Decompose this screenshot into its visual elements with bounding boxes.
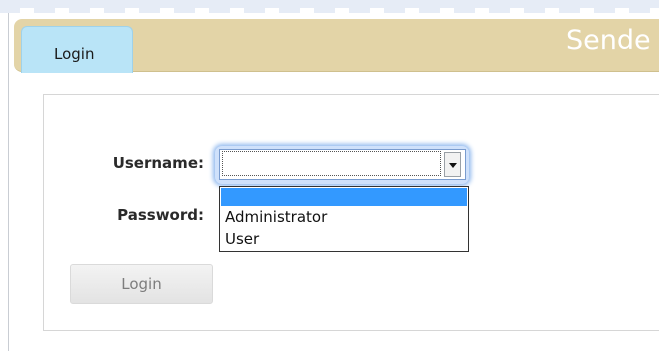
- chevron-down-icon[interactable]: [444, 152, 461, 177]
- username-dropdown-list: Administrator User: [219, 186, 469, 252]
- top-decoration-strip: [0, 0, 659, 13]
- username-label: Username:: [112, 154, 204, 172]
- dropdown-option-blank[interactable]: [221, 188, 467, 206]
- username-select-value[interactable]: [222, 151, 441, 176]
- password-label: Password:: [117, 206, 204, 224]
- dropdown-option-user[interactable]: User: [221, 230, 467, 249]
- login-button[interactable]: Login: [70, 264, 213, 304]
- page-left-border: [8, 13, 9, 351]
- tab-login[interactable]: Login: [21, 26, 133, 73]
- dropdown-option-administrator[interactable]: Administrator: [221, 208, 467, 227]
- brand-title: Sende: [566, 25, 651, 56]
